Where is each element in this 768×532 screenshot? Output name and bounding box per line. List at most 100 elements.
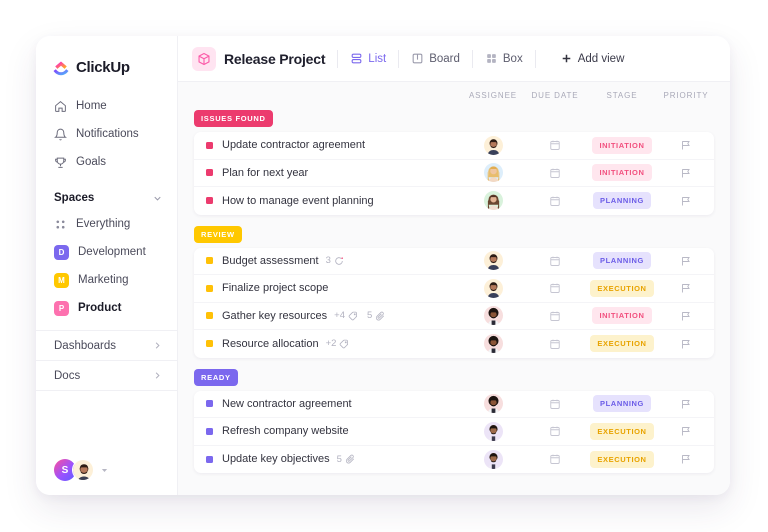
cell-priority[interactable] bbox=[658, 310, 714, 322]
cell-due-date[interactable] bbox=[524, 310, 586, 322]
table-row[interactable]: Gather key resources+45INITIATION bbox=[194, 303, 714, 331]
cell-priority[interactable] bbox=[658, 282, 714, 294]
cell-stage[interactable]: EXECUTION bbox=[586, 280, 658, 297]
task-meta[interactable]: 3 bbox=[326, 255, 344, 266]
table-row[interactable]: Budget assessment3PLANNING bbox=[194, 248, 714, 276]
cell-priority[interactable] bbox=[658, 195, 714, 207]
group-badge[interactable]: READY bbox=[194, 369, 238, 386]
clickup-logo-icon bbox=[52, 58, 70, 76]
stage-badge[interactable]: EXECUTION bbox=[590, 335, 653, 352]
cell-priority[interactable] bbox=[658, 425, 714, 437]
stage-badge[interactable]: PLANNING bbox=[593, 192, 651, 209]
table-row[interactable]: Update contractor agreementINITIATION bbox=[194, 132, 714, 160]
sidebar-item-product[interactable]: P Product bbox=[36, 294, 177, 322]
brand-logo[interactable]: ClickUp bbox=[36, 36, 177, 82]
cell-due-date[interactable] bbox=[524, 167, 586, 179]
avatar[interactable] bbox=[484, 163, 503, 182]
sidebar-item-everything[interactable]: Everything bbox=[36, 210, 177, 238]
task-meta[interactable]: +4 bbox=[334, 310, 358, 321]
stage-badge[interactable]: INITIATION bbox=[592, 307, 651, 324]
stage-badge[interactable]: PLANNING bbox=[593, 252, 651, 269]
stage-badge[interactable]: EXECUTION bbox=[590, 423, 653, 440]
cell-priority[interactable] bbox=[658, 139, 714, 151]
task-meta[interactable]: 5 bbox=[337, 454, 355, 465]
avatar[interactable] bbox=[484, 279, 503, 298]
tab-board[interactable]: Board bbox=[411, 52, 460, 65]
cell-priority[interactable] bbox=[658, 167, 714, 179]
avatar[interactable] bbox=[484, 191, 503, 210]
cell-assignee[interactable] bbox=[462, 251, 524, 270]
sidebar-item-dashboards[interactable]: Dashboards bbox=[36, 331, 177, 361]
tab-box[interactable]: Box bbox=[485, 52, 523, 65]
cell-assignee[interactable] bbox=[462, 306, 524, 325]
chevron-down-icon[interactable] bbox=[152, 193, 163, 204]
cell-stage[interactable]: EXECUTION bbox=[586, 451, 658, 468]
table-row[interactable]: New contractor agreementPLANNING bbox=[194, 391, 714, 419]
tab-list[interactable]: List bbox=[350, 52, 386, 65]
cell-stage[interactable]: INITIATION bbox=[586, 137, 658, 154]
avatar[interactable] bbox=[484, 306, 503, 325]
cell-assignee[interactable] bbox=[462, 191, 524, 210]
group-badge[interactable]: ISSUES FOUND bbox=[194, 110, 273, 127]
stage-badge[interactable]: EXECUTION bbox=[590, 280, 653, 297]
cell-assignee[interactable] bbox=[462, 394, 524, 413]
cell-stage[interactable]: PLANNING bbox=[586, 192, 658, 209]
table-row[interactable]: Finalize project scopeEXECUTION bbox=[194, 275, 714, 303]
sidebar-item-marketing[interactable]: M Marketing bbox=[36, 266, 177, 294]
cell-assignee[interactable] bbox=[462, 163, 524, 182]
table-row[interactable]: Plan for next yearINITIATION bbox=[194, 160, 714, 188]
cell-assignee[interactable] bbox=[462, 450, 524, 469]
avatar[interactable] bbox=[484, 334, 503, 353]
cell-assignee[interactable] bbox=[462, 136, 524, 155]
user-account-area[interactable]: S bbox=[36, 459, 177, 495]
cell-assignee[interactable] bbox=[462, 334, 524, 353]
cell-due-date[interactable] bbox=[524, 195, 586, 207]
cell-priority[interactable] bbox=[658, 453, 714, 465]
box-icon bbox=[485, 52, 498, 65]
cell-assignee[interactable] bbox=[462, 422, 524, 441]
table-row[interactable]: Update key objectives5EXECUTION bbox=[194, 446, 714, 474]
sidebar-item-goals[interactable]: Goals bbox=[36, 148, 177, 176]
sidebar-item-docs[interactable]: Docs bbox=[36, 361, 177, 391]
cell-due-date[interactable] bbox=[524, 255, 586, 267]
cell-priority[interactable] bbox=[658, 338, 714, 350]
stage-badge[interactable]: EXECUTION bbox=[590, 451, 653, 468]
stage-badge[interactable]: PLANNING bbox=[593, 395, 651, 412]
table-row[interactable]: How to manage event planningPLANNING bbox=[194, 187, 714, 215]
cell-stage[interactable]: EXECUTION bbox=[586, 335, 658, 352]
spaces-section-header[interactable]: Spaces bbox=[36, 182, 177, 210]
cell-due-date[interactable] bbox=[524, 282, 586, 294]
avatar[interactable] bbox=[484, 136, 503, 155]
cell-due-date[interactable] bbox=[524, 338, 586, 350]
task-meta[interactable]: +2 bbox=[326, 338, 350, 349]
sidebar-item-home[interactable]: Home bbox=[36, 92, 177, 120]
cell-stage[interactable]: INITIATION bbox=[586, 164, 658, 181]
cell-stage[interactable]: EXECUTION bbox=[586, 423, 658, 440]
cell-stage[interactable]: PLANNING bbox=[586, 395, 658, 412]
cell-due-date[interactable] bbox=[524, 453, 586, 465]
avatar[interactable] bbox=[484, 394, 503, 413]
table-row[interactable]: Resource allocation+2EXECUTION bbox=[194, 330, 714, 358]
cell-priority[interactable] bbox=[658, 255, 714, 267]
cell-due-date[interactable] bbox=[524, 398, 586, 410]
group-badge[interactable]: REVIEW bbox=[194, 226, 242, 243]
stage-badge[interactable]: INITIATION bbox=[592, 137, 651, 154]
table-row[interactable]: Refresh company websiteEXECUTION bbox=[194, 418, 714, 446]
task-meta[interactable]: 5 bbox=[367, 310, 385, 321]
cell-assignee[interactable] bbox=[462, 279, 524, 298]
avatar[interactable] bbox=[484, 422, 503, 441]
avatar[interactable] bbox=[72, 459, 94, 481]
cell-priority[interactable] bbox=[658, 398, 714, 410]
avatar[interactable] bbox=[484, 450, 503, 469]
sidebar-item-development[interactable]: D Development bbox=[36, 238, 177, 266]
add-view-button[interactable]: Add view bbox=[560, 52, 625, 65]
sidebar-item-notifications[interactable]: Notifications bbox=[36, 120, 177, 148]
chevron-down-icon[interactable] bbox=[100, 466, 109, 475]
cell-due-date[interactable] bbox=[524, 425, 586, 437]
stage-badge[interactable]: INITIATION bbox=[592, 164, 651, 181]
cell-due-date[interactable] bbox=[524, 139, 586, 151]
cell-stage[interactable]: INITIATION bbox=[586, 307, 658, 324]
avatar[interactable] bbox=[484, 251, 503, 270]
cell-stage[interactable]: PLANNING bbox=[586, 252, 658, 269]
plus-icon bbox=[560, 52, 573, 65]
